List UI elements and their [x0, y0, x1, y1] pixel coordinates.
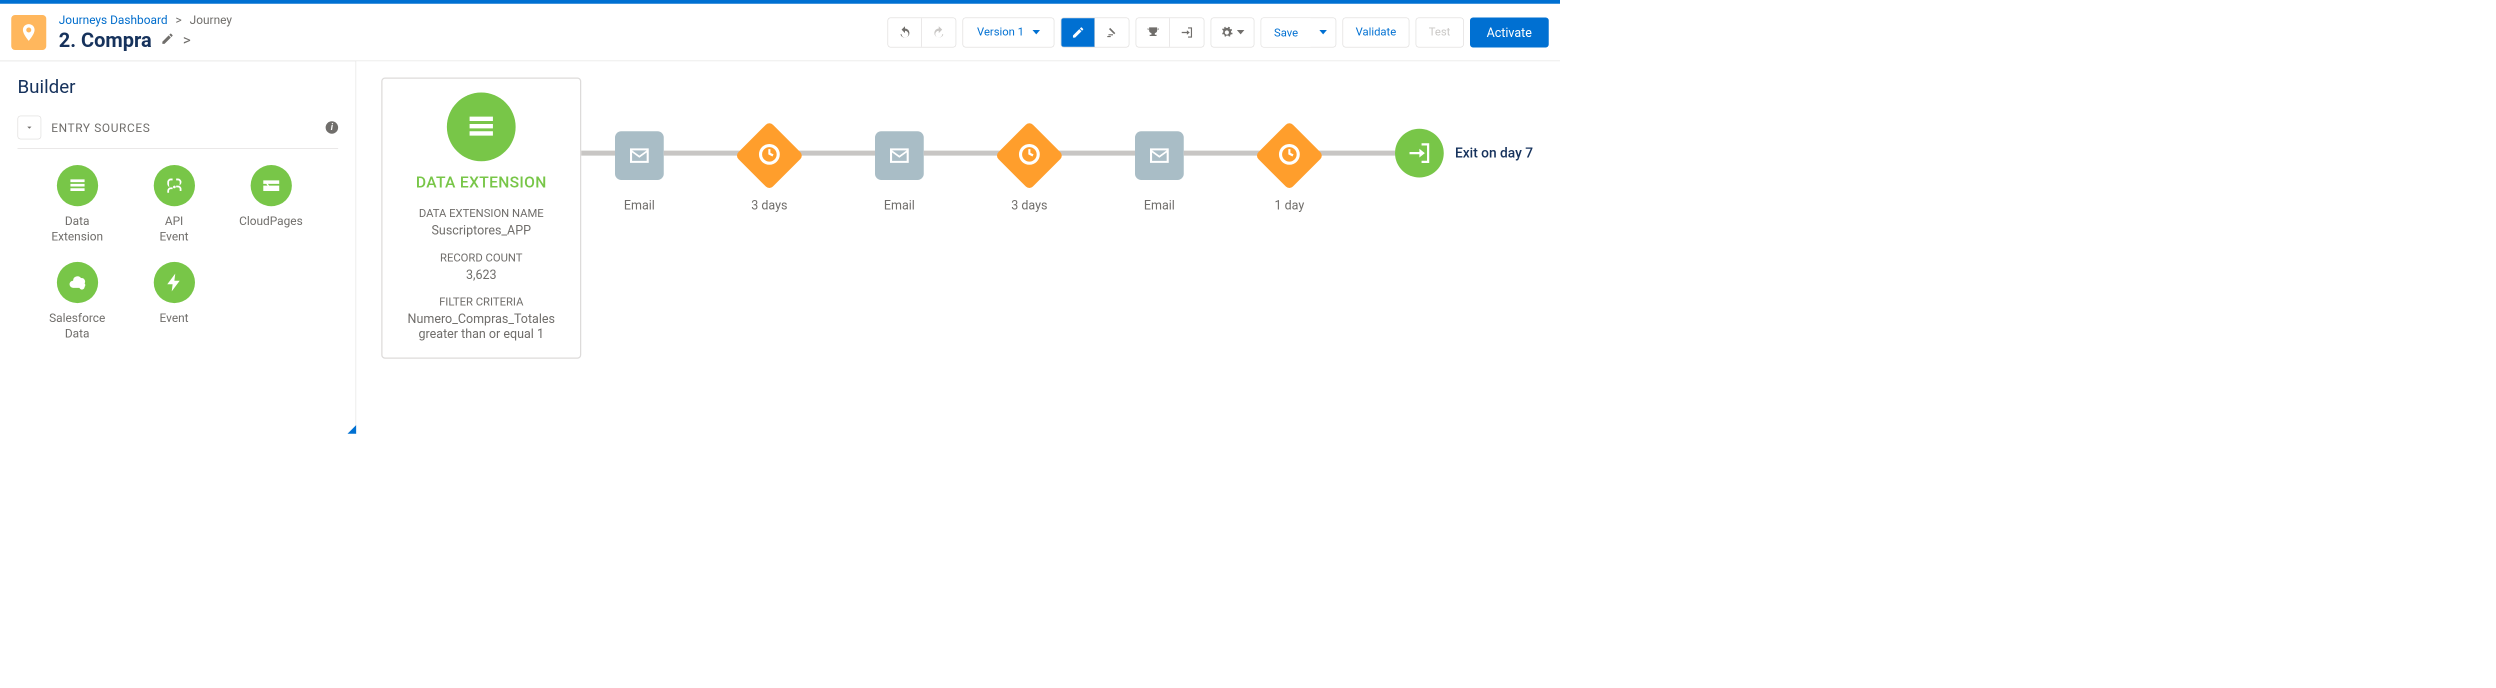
goal-button[interactable] [1137, 18, 1171, 47]
validate-button[interactable]: Validate [1342, 17, 1409, 47]
caret-down-icon [1237, 30, 1245, 34]
email-icon [615, 131, 664, 180]
activate-button[interactable]: Activate [1470, 17, 1549, 47]
email-activity[interactable]: Email [875, 131, 924, 212]
edit-mode-button[interactable] [1062, 18, 1096, 47]
header-bar: Journeys Dashboard > Journey 2. Compra >… [0, 4, 1560, 62]
node-label: 3 days [751, 198, 787, 213]
connector [1184, 151, 1265, 156]
filter-value: Numero_Compras_Totales greater than or e… [395, 311, 568, 341]
de-name-value: Suscriptores_APP [395, 223, 568, 238]
entry-source-palette: DataExtensionAPIEventCloudPages Salesforc… [18, 165, 339, 359]
save-button[interactable]: Save [1262, 18, 1311, 47]
palette-item-cloudpage[interactable]: CloudPages [223, 165, 320, 245]
title-chevron-icon[interactable]: > [183, 31, 191, 49]
builder-sidebar: Builder ENTRY SOURCES i DataExtensionAPI… [0, 61, 356, 434]
de-name-label: DATA EXTENSION NAME [395, 207, 568, 220]
email-activity[interactable]: Email [615, 131, 664, 212]
sidebar-resize-handle[interactable] [348, 423, 357, 434]
palette-item-label: CloudPages [223, 214, 320, 229]
copy-button[interactable] [1095, 18, 1129, 47]
sfdata-icon [57, 262, 98, 303]
palette-item-event[interactable]: Event [126, 262, 223, 342]
journey-title: 2. Compra [59, 28, 152, 52]
journey-canvas[interactable]: DATA EXTENSION DATA EXTENSION NAME Suscr… [356, 61, 1560, 434]
entry-card-heading: DATA EXTENSION [395, 174, 568, 192]
save-dropdown[interactable] [1311, 18, 1336, 47]
save-group: Save [1261, 17, 1336, 47]
list-icon [57, 165, 98, 206]
wait-icon [995, 121, 1064, 190]
test-button: Test [1416, 17, 1464, 47]
section-label: ENTRY SOURCES [51, 120, 150, 134]
edit-mode-group [1061, 17, 1130, 47]
settings-group [1211, 17, 1255, 47]
version-dropdown[interactable]: Version 1 [963, 17, 1055, 47]
data-extension-icon [447, 93, 516, 162]
exit-button[interactable] [1170, 18, 1204, 47]
connector [1054, 151, 1135, 156]
connector [1314, 151, 1395, 156]
palette-item-label: APIEvent [126, 214, 223, 245]
breadcrumb-dashboard[interactable]: Journeys Dashboard [59, 13, 168, 27]
connector [924, 151, 1005, 156]
palette-item-label: SalesforceData [29, 311, 126, 342]
info-icon[interactable]: i [326, 121, 339, 134]
connector [794, 151, 875, 156]
breadcrumb: Journeys Dashboard > Journey [59, 13, 232, 27]
palette-item-label: Event [126, 311, 223, 326]
event-icon [153, 262, 194, 303]
record-count-label: RECORD COUNT [395, 251, 568, 264]
settings-button[interactable] [1212, 18, 1255, 47]
node-label: 1 day [1274, 198, 1304, 213]
cloudpage-icon [250, 165, 291, 206]
node-label: 3 days [1011, 198, 1047, 213]
caret-down-icon [1033, 30, 1041, 34]
entry-source-card[interactable]: DATA EXTENSION DATA EXTENSION NAME Suscr… [381, 78, 581, 359]
palette-item-label: DataExtension [29, 214, 126, 245]
sidebar-title: Builder [18, 76, 339, 98]
node-label: Email [1144, 198, 1175, 213]
section-header: ENTRY SOURCES i [18, 116, 339, 149]
caret-down-icon [1319, 30, 1327, 34]
exit-label: Exit on day 7 [1455, 145, 1533, 161]
node-label: Email [624, 198, 655, 213]
connector [664, 151, 745, 156]
exit-node[interactable]: Exit on day 7 [1395, 129, 1533, 178]
palette-item-api[interactable]: APIEvent [126, 165, 223, 245]
toolbar: Version 1 Save [888, 17, 1549, 47]
wait-activity[interactable]: 3 days [745, 131, 794, 212]
main-area: Builder ENTRY SOURCES i DataExtensionAPI… [0, 61, 1560, 434]
edit-title-icon[interactable] [160, 32, 174, 48]
email-icon [1135, 131, 1184, 180]
record-count-value: 3,623 [395, 267, 568, 282]
history-group [888, 17, 957, 47]
filter-label: FILTER CRITERIA [395, 296, 568, 309]
email-activity[interactable]: Email [1135, 131, 1184, 212]
api-icon [153, 165, 194, 206]
node-label: Email [884, 198, 915, 213]
wait-icon [735, 121, 804, 190]
redo-button[interactable] [922, 18, 956, 47]
wait-icon [1255, 121, 1324, 190]
goal-group [1136, 17, 1205, 47]
breadcrumb-current: Journey [190, 13, 232, 27]
collapse-section-button[interactable] [18, 116, 42, 140]
undo-button[interactable] [888, 18, 922, 47]
wait-activity[interactable]: 1 day [1265, 131, 1314, 212]
connector [581, 151, 615, 156]
wait-activity[interactable]: 3 days [1005, 131, 1054, 212]
journey-flow: DATA EXTENSION DATA EXTENSION NAME Suscr… [381, 78, 1560, 359]
journey-app-icon [11, 15, 46, 50]
email-icon [875, 131, 924, 180]
palette-item-sfdata[interactable]: SalesforceData [29, 262, 126, 342]
palette-item-list[interactable]: DataExtension [29, 165, 126, 245]
exit-icon [1395, 129, 1444, 178]
